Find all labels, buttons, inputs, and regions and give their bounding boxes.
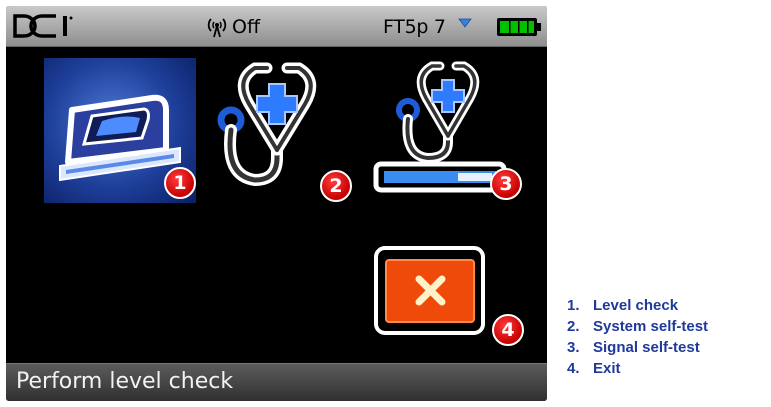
exit-button[interactable] (372, 244, 487, 344)
telemetry-label: Off (232, 16, 261, 38)
frequency-channel[interactable]: FT5p 7 (383, 14, 446, 40)
battery-icon (497, 18, 541, 36)
legend-label: Exit (593, 360, 621, 377)
status-message-bar: Perform level check (6, 363, 547, 401)
legend-label: System self-test (593, 318, 709, 335)
legend-item: 3. Signal self-test (567, 337, 708, 358)
badge-2: 2 (320, 170, 352, 202)
dci-logo-icon (13, 14, 73, 38)
exit-icon (374, 246, 485, 335)
status-message: Perform level check (16, 369, 234, 394)
badge-1: 1 (164, 167, 196, 199)
legend-number: 2. (567, 318, 580, 335)
legend-list: 1. Level check 2. System self-test 3. Signa… (567, 295, 708, 379)
channel-label: FT5p 7 (383, 16, 446, 38)
badge-4: 4 (492, 314, 524, 346)
legend-item: 1. Level check (567, 295, 708, 316)
telemetry-status[interactable]: Off (206, 14, 260, 40)
legend-number: 4. (567, 360, 580, 377)
badge-3: 3 (490, 168, 522, 200)
legend-number: 3. (567, 339, 580, 356)
legend-number: 1. (567, 297, 580, 314)
status-bar: Off FT5p 7 (6, 6, 547, 47)
telemetry-antenna-icon (207, 18, 227, 38)
channel-dropdown-icon[interactable] (458, 18, 472, 28)
legend-label: Level check (593, 297, 679, 314)
legend-item: 2. System self-test (567, 316, 708, 337)
device-screen: Off FT5p 7 1 2 3 4 Perform level check (6, 6, 547, 401)
legend-label: Signal self-test (593, 339, 700, 356)
legend-item: 4. Exit (567, 358, 708, 379)
